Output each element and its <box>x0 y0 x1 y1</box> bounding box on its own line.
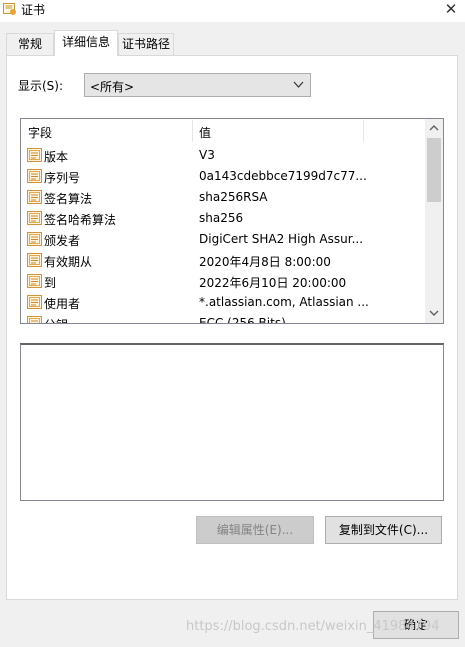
field-value: sha256 <box>199 211 244 225</box>
list-item[interactable]: 签名哈希算法 sha256 <box>21 208 425 229</box>
field-icon <box>27 295 42 309</box>
field-value: ECC (256 Bits) <box>199 316 286 324</box>
list-item[interactable]: 版本 V3 <box>21 145 425 166</box>
certificate-icon <box>3 3 16 15</box>
list-item[interactable]: 有效期从 2020年4月8日 8:00:00 <box>21 250 425 271</box>
column-divider[interactable] <box>363 120 364 142</box>
list-item[interactable]: 颁发者 DigiCert SHA2 High Assur... <box>21 229 425 250</box>
column-divider[interactable] <box>192 120 193 142</box>
list-item[interactable]: 到 2022年6月10日 20:00:00 <box>21 271 425 292</box>
field-name: 签名算法 <box>44 192 93 206</box>
list-item[interactable]: 公钥 ECC (256 Bits) <box>21 313 425 324</box>
field-value: sha256RSA <box>199 190 268 204</box>
field-name: 到 <box>44 276 57 290</box>
list-item[interactable]: 序列号 0a143cdebbce7199d7c77... <box>21 166 425 187</box>
field-icon <box>27 274 42 288</box>
field-name: 版本 <box>44 150 69 164</box>
edit-properties-button[interactable]: 编辑属性(E)... <box>196 516 314 544</box>
field-value: V3 <box>199 148 215 162</box>
field-name: 签名哈希算法 <box>44 213 117 227</box>
chevron-down-icon <box>293 81 304 88</box>
field-value: *.atlassian.com, Atlassian ... <box>199 295 369 309</box>
field-value: DigiCert SHA2 High Assur... <box>199 232 364 246</box>
close-button[interactable]: ✕ <box>440 0 462 18</box>
list-item[interactable]: 使用者 *.atlassian.com, Atlassian ... <box>21 292 425 313</box>
field-icon <box>27 253 42 267</box>
vertical-scrollbar[interactable] <box>425 119 443 323</box>
field-name: 公钥 <box>44 316 68 323</box>
field-name: 颁发者 <box>44 234 81 248</box>
field-value: 2022年6月10日 20:00:00 <box>199 276 347 290</box>
field-icon <box>27 316 42 323</box>
field-icon <box>27 211 42 225</box>
tab-cert-path[interactable]: 证书路径 <box>118 33 174 55</box>
field-value: 2020年4月8日 8:00:00 <box>199 255 331 269</box>
watermark-text: https://blog.csdn.net/weixin_41984794 <box>186 619 440 634</box>
copy-to-file-button[interactable]: 复制到文件(C)... <box>325 516 442 544</box>
header-field[interactable]: 字段 <box>28 124 52 141</box>
field-name: 序列号 <box>44 171 81 185</box>
title-bar: 证书 ✕ <box>0 0 465 22</box>
field-name: 有效期从 <box>44 255 93 269</box>
field-name: 使用者 <box>44 297 81 311</box>
show-dropdown-value: <所有> <box>90 80 135 94</box>
tab-details-label: 详细信息 <box>61 35 110 49</box>
scroll-down-arrow-icon[interactable] <box>425 306 443 320</box>
field-icon <box>27 190 42 204</box>
list-item[interactable]: 签名算法 sha256RSA <box>21 187 425 208</box>
tab-general-label: 常规 <box>17 37 42 51</box>
field-detail-textbox[interactable] <box>20 343 444 501</box>
header-value[interactable]: 值 <box>199 124 211 141</box>
field-icon <box>27 169 42 183</box>
field-list[interactable]: 字段 值 版本 V3 序列号 0a143cdebbce7199d7c77... … <box>20 118 444 324</box>
tab-cert-path-label: 证书路径 <box>121 37 170 51</box>
scrollbar-thumb[interactable] <box>427 138 441 202</box>
list-header: 字段 值 <box>21 119 425 143</box>
field-icon <box>27 232 42 246</box>
show-label: 显示(S): <box>18 79 64 93</box>
tab-details[interactable]: 详细信息 <box>54 30 118 56</box>
tab-general[interactable]: 常规 <box>6 33 54 55</box>
field-icon <box>27 148 42 162</box>
scroll-up-arrow-icon[interactable] <box>425 121 443 135</box>
field-value: 0a143cdebbce7199d7c77... <box>199 169 367 183</box>
show-dropdown[interactable]: <所有> <box>84 73 311 97</box>
window-title: 证书 <box>21 3 46 17</box>
